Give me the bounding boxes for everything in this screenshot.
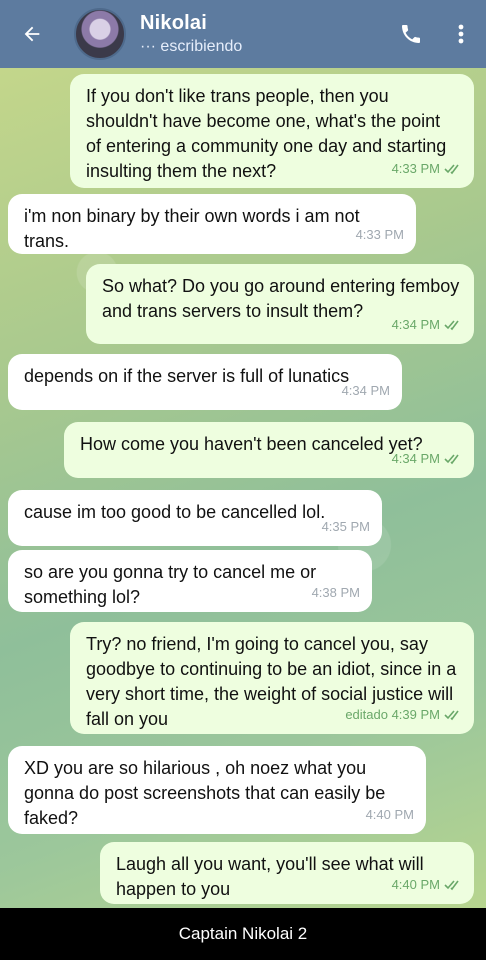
message-bubble[interactable]: How come you haven't been canceled yet? … [64, 422, 474, 478]
double-check-icon [444, 163, 459, 174]
message-meta: 4:33 PM [356, 222, 404, 247]
typing-status: ··· escribiendo [140, 38, 243, 55]
message-time: 4:33 PM [391, 161, 440, 176]
message-meta: 4:34 PM [342, 378, 390, 403]
message-meta: 4:34 PM [392, 446, 462, 471]
message-meta: editado 4:39 PM [345, 702, 462, 727]
message-text: XD you are so hilarious , oh noez what y… [24, 758, 386, 828]
message-meta: 4:40 PM [392, 872, 462, 897]
chat-screen: Nikolai ··· escribiendo If you don't lik… [0, 0, 486, 908]
message-text: depends on if the server is full of luna… [24, 366, 350, 386]
image-caption: Captain Nikolai 2 [0, 908, 486, 960]
message-bubble[interactable]: XD you are so hilarious , oh noez what y… [8, 746, 426, 834]
message-bubble[interactable]: so are you gonna try to cancel me or som… [8, 550, 372, 612]
message-text: so are you gonna try to cancel me or som… [24, 562, 317, 607]
message-time: 4:38 PM [311, 585, 360, 600]
avatar[interactable] [74, 8, 126, 60]
more-vert-icon[interactable] [436, 0, 486, 68]
message-list: If you don't like trans people, then you… [0, 68, 486, 908]
message-meta: 4:38 PM [312, 580, 360, 605]
message-text: i'm non binary by their own words i am n… [24, 206, 360, 251]
message-bubble[interactable]: i'm non binary by their own words i am n… [8, 194, 416, 254]
message-meta: 4:35 PM [322, 514, 370, 539]
message-bubble[interactable]: depends on if the server is full of luna… [8, 354, 402, 410]
chat-header: Nikolai ··· escribiendo [0, 0, 486, 68]
message-time: 4:34 PM [391, 317, 440, 332]
back-arrow-icon[interactable] [0, 0, 64, 68]
message-bubble[interactable]: cause im too good to be cancelled lol. 4… [8, 490, 382, 546]
contact-name: Nikolai [140, 12, 207, 34]
message-meta: 4:33 PM [392, 156, 462, 181]
message-time: editado 4:39 PM [345, 707, 440, 722]
message-meta: 4:34 PM [392, 312, 462, 337]
message-text: cause im too good to be cancelled lol. [24, 502, 326, 522]
message-time: 4:34 PM [391, 451, 440, 466]
message-time: 4:40 PM [365, 807, 414, 822]
message-meta: 4:40 PM [366, 802, 414, 827]
message-bubble[interactable]: So what? Do you go around entering fembo… [86, 264, 474, 344]
double-check-icon [444, 879, 459, 890]
double-check-icon [444, 453, 459, 464]
message-time: 4:35 PM [321, 519, 370, 534]
message-time: 4:34 PM [341, 383, 390, 398]
double-check-icon [444, 709, 459, 720]
message-bubble[interactable]: If you don't like trans people, then you… [70, 74, 474, 188]
message-time: 4:40 PM [391, 877, 440, 892]
phone-icon[interactable] [386, 0, 436, 68]
double-check-icon [444, 319, 459, 330]
message-bubble[interactable]: Laugh all you want, you'll see what will… [100, 842, 474, 904]
message-bubble[interactable]: Try? no friend, I'm going to cancel you,… [70, 622, 474, 734]
contact-title[interactable]: Nikolai ··· escribiendo [140, 12, 386, 56]
message-time: 4:33 PM [355, 227, 404, 242]
